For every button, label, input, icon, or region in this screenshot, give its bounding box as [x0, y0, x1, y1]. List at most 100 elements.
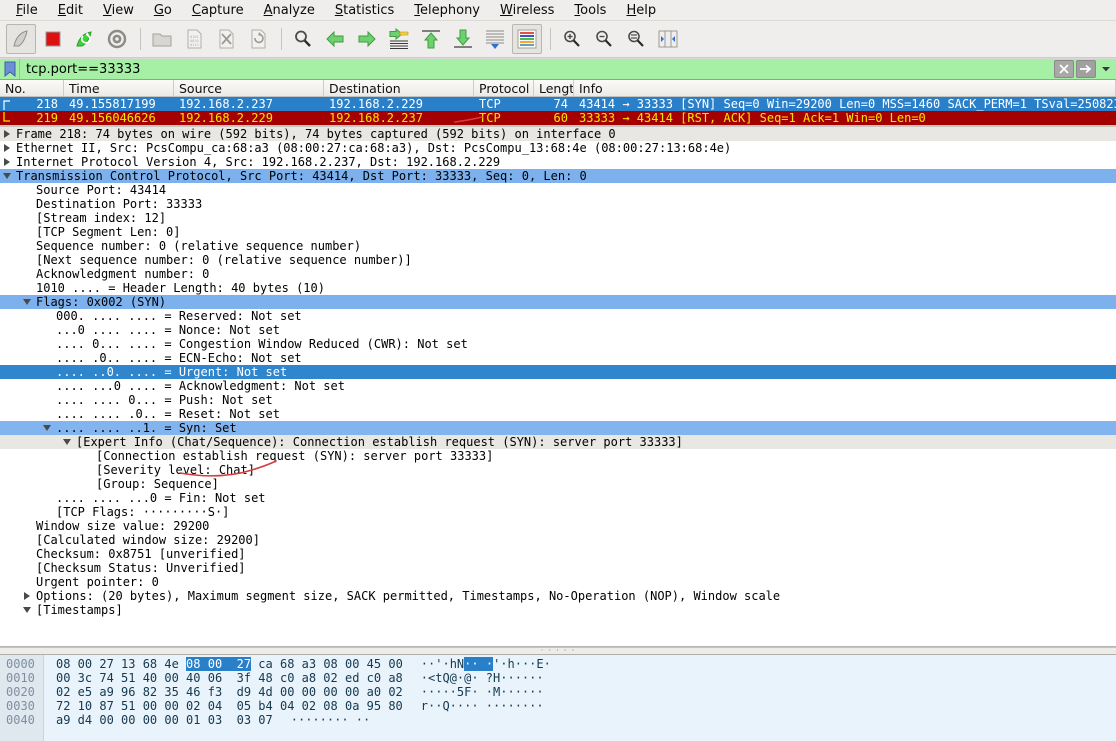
packet-detail-row[interactable]: .... ...0 .... = Acknowledgment: Not set: [0, 379, 1116, 393]
go-first-packet-icon[interactable]: [416, 24, 446, 54]
chevron-down-icon[interactable]: [20, 607, 34, 613]
stop-capture-icon[interactable]: [38, 24, 68, 54]
go-forward-icon[interactable]: [352, 24, 382, 54]
packet-list-pane[interactable]: No.TimeSourceDestinationProtocolLengthIn…: [0, 80, 1116, 127]
apply-filter-icon[interactable]: [1076, 60, 1096, 78]
packet-details-pane[interactable]: Frame 218: 74 bytes on wire (592 bits), …: [0, 127, 1116, 647]
hex-line[interactable]: 72 10 87 51 00 00 02 04 05 b4 04 02 08 0…: [56, 699, 1116, 713]
packet-detail-row[interactable]: [Next sequence number: 0 (relative seque…: [0, 253, 1116, 267]
hex-bytes[interactable]: 02 e5 a9 96 82 35 46 f3 d9 4d 00 00 00 0…: [56, 685, 403, 699]
packet-detail-row[interactable]: Transmission Control Protocol, Src Port:…: [0, 169, 1116, 183]
packet-detail-row[interactable]: Window size value: 29200: [0, 519, 1116, 533]
menu-item-view[interactable]: View: [93, 2, 144, 18]
chevron-right-icon[interactable]: [0, 144, 14, 152]
chevron-right-icon[interactable]: [20, 592, 34, 600]
packet-detail-row[interactable]: [Calculated window size: 29200]: [0, 533, 1116, 547]
packet-detail-row[interactable]: [Stream index: 12]: [0, 211, 1116, 225]
open-file-icon[interactable]: [147, 24, 177, 54]
packet-detail-row[interactable]: [TCP Flags: ·········S·]: [0, 505, 1116, 519]
hex-ascii[interactable]: ·<tQ@·@· ?H······: [421, 671, 544, 685]
packet-list-column-header-length[interactable]: Length: [534, 80, 574, 96]
packet-detail-row[interactable]: [Checksum Status: Unverified]: [0, 561, 1116, 575]
hex-ascii[interactable]: r··Q···· ········: [421, 699, 544, 713]
chevron-down-icon[interactable]: [0, 173, 14, 179]
packet-detail-row[interactable]: Destination Port: 33333: [0, 197, 1116, 211]
reload-file-icon[interactable]: [243, 24, 273, 54]
hex-ascii[interactable]: ··'·hN·· ·'·h···E·: [421, 657, 551, 671]
packet-detail-row[interactable]: [Group: Sequence]: [0, 477, 1116, 491]
packet-detail-row[interactable]: Acknowledgment number: 0: [0, 267, 1116, 281]
hex-ascii[interactable]: ·····5F· ·M······: [421, 685, 544, 699]
go-last-packet-icon[interactable]: [448, 24, 478, 54]
display-filter-input[interactable]: tcp.port==33333: [20, 59, 1052, 79]
menu-item-wireless[interactable]: Wireless: [490, 2, 564, 18]
start-capture-icon[interactable]: [6, 24, 36, 54]
packet-detail-row[interactable]: 1010 .... = Header Length: 40 bytes (10): [0, 281, 1116, 295]
hex-line[interactable]: 08 00 27 13 68 4e 08 00 27 ca 68 a3 08 0…: [56, 657, 1116, 671]
chevron-down-icon[interactable]: [40, 425, 54, 431]
auto-scroll-icon[interactable]: [480, 24, 510, 54]
packet-detail-row[interactable]: 000. .... .... = Reserved: Not set: [0, 309, 1116, 323]
menu-item-edit[interactable]: Edit: [48, 2, 93, 18]
packet-detail-row[interactable]: ...0 .... .... = Nonce: Not set: [0, 323, 1116, 337]
packet-list-column-header-destination[interactable]: Destination: [324, 80, 474, 96]
menu-item-help[interactable]: Help: [616, 2, 666, 18]
resize-columns-icon[interactable]: [653, 24, 683, 54]
packet-list-row[interactable]: 218 49.155817199 192.168.2.237 192.168.2.22…: [0, 97, 1116, 111]
packet-detail-row[interactable]: .... .... ...0 = Fin: Not set: [0, 491, 1116, 505]
hex-line[interactable]: a9 d4 00 00 00 00 01 03 03 07 ········ ··: [56, 713, 1116, 727]
packet-detail-row[interactable]: Frame 218: 74 bytes on wire (592 bits), …: [0, 127, 1116, 141]
pane-splitter[interactable]: · · · · ·: [0, 647, 1116, 656]
packet-detail-row[interactable]: [Connection establish request (SYN): ser…: [0, 449, 1116, 463]
restart-capture-icon[interactable]: [70, 24, 100, 54]
zoom-out-icon[interactable]: [589, 24, 619, 54]
packet-list-column-header-protocol[interactable]: Protocol: [474, 80, 534, 96]
packet-detail-row[interactable]: Flags: 0x002 (SYN): [0, 295, 1116, 309]
menu-item-capture[interactable]: Capture: [182, 2, 254, 18]
chevron-down-icon[interactable]: [20, 299, 34, 305]
packet-detail-row[interactable]: .... .0.. .... = ECN-Echo: Not set: [0, 351, 1116, 365]
hex-body[interactable]: 08 00 27 13 68 4e 08 00 27 ca 68 a3 08 0…: [44, 655, 1116, 741]
hex-bytes[interactable]: a9 d4 00 00 00 00 01 03 03 07: [56, 713, 273, 727]
packet-detail-row[interactable]: .... .... ..1. = Syn: Set: [0, 421, 1116, 435]
hex-line[interactable]: 00 3c 74 51 40 00 40 06 3f 48 c0 a8 02 e…: [56, 671, 1116, 685]
packet-detail-row[interactable]: Sequence number: 0 (relative sequence nu…: [0, 239, 1116, 253]
menu-item-telephony[interactable]: Telephony: [404, 2, 490, 18]
find-packet-icon[interactable]: [288, 24, 318, 54]
hex-bytes[interactable]: 00 3c 74 51 40 00 40 06 3f 48 c0 a8 02 e…: [56, 671, 403, 685]
packet-detail-row[interactable]: [Severity level: Chat]: [0, 463, 1116, 477]
packet-detail-row[interactable]: [Timestamps]: [0, 603, 1116, 617]
hex-bytes[interactable]: 08 00 27 13 68 4e 08 00 27 ca 68 a3 08 0…: [56, 657, 403, 671]
packet-detail-row[interactable]: Urgent pointer: 0: [0, 575, 1116, 589]
zoom-reset-icon[interactable]: [621, 24, 651, 54]
packet-detail-row[interactable]: Checksum: 0x8751 [unverified]: [0, 547, 1116, 561]
hex-line[interactable]: 02 e5 a9 96 82 35 46 f3 d9 4d 00 00 00 0…: [56, 685, 1116, 699]
chevron-down-icon[interactable]: [60, 439, 74, 445]
packet-detail-row[interactable]: [TCP Segment Len: 0]: [0, 225, 1116, 239]
save-file-icon[interactable]: 0101 0010 0113: [179, 24, 209, 54]
hex-bytes[interactable]: 72 10 87 51 00 00 02 04 05 b4 04 02 08 0…: [56, 699, 403, 713]
packet-detail-row[interactable]: .... 0... .... = Congestion Window Reduc…: [0, 337, 1116, 351]
packet-detail-row[interactable]: .... .... 0... = Push: Not set: [0, 393, 1116, 407]
packet-detail-row[interactable]: Ethernet II, Src: PcsCompu_ca:68:a3 (08:…: [0, 141, 1116, 155]
packet-detail-row[interactable]: .... ..0. .... = Urgent: Not set: [0, 365, 1116, 379]
packet-list-row[interactable]: 219 49.156046626 192.168.2.229 192.168.2.23…: [0, 111, 1116, 125]
menu-item-go[interactable]: Go: [144, 2, 182, 18]
chevron-right-icon[interactable]: [0, 158, 14, 166]
go-to-packet-icon[interactable]: [384, 24, 414, 54]
packet-list-column-header-info[interactable]: Info: [574, 80, 1116, 96]
zoom-in-icon[interactable]: [557, 24, 587, 54]
menu-item-statistics[interactable]: Statistics: [325, 2, 404, 18]
packet-detail-row[interactable]: Source Port: 43414: [0, 183, 1116, 197]
hex-ascii[interactable]: ········ ··: [291, 713, 370, 727]
packet-detail-row[interactable]: .... .... .0.. = Reset: Not set: [0, 407, 1116, 421]
close-file-icon[interactable]: [211, 24, 241, 54]
menu-item-file[interactable]: File: [6, 2, 48, 18]
colorize-packets-icon[interactable]: [512, 24, 542, 54]
go-back-icon[interactable]: [320, 24, 350, 54]
menu-item-tools[interactable]: Tools: [564, 2, 616, 18]
packet-list-column-header-source[interactable]: Source: [174, 80, 324, 96]
packet-detail-row[interactable]: Internet Protocol Version 4, Src: 192.16…: [0, 155, 1116, 169]
packet-bytes-pane[interactable]: 0000 0010 0020 0030 0040 08 00 27 13 68 4e 0…: [0, 655, 1116, 741]
packet-detail-row[interactable]: [Expert Info (Chat/Sequence): Connection…: [0, 435, 1116, 449]
